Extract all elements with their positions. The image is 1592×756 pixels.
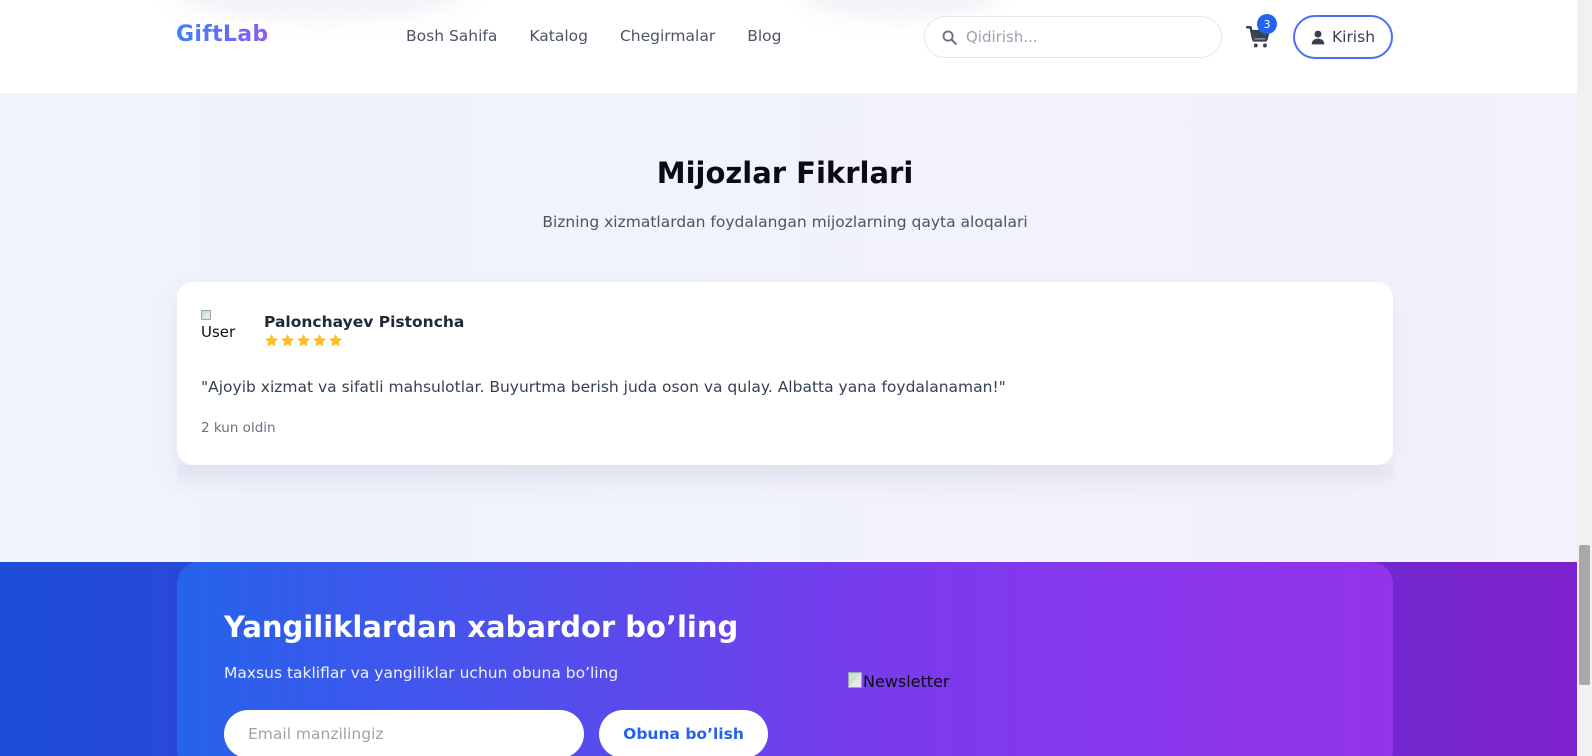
card-shadow bbox=[177, 465, 1393, 495]
avatar: User bbox=[201, 308, 243, 350]
nav-link-discounts[interactable]: Chegirmalar bbox=[620, 27, 715, 45]
star-icon bbox=[328, 333, 343, 347]
nav-link-catalog[interactable]: Katalog bbox=[529, 27, 588, 45]
search-box bbox=[924, 16, 1222, 58]
avatar-alt-text: User bbox=[201, 323, 236, 341]
newsletter-title: Yangiliklardan xabardor bo’ling bbox=[224, 610, 739, 644]
site-header: GiftLab Bosh Sahifa Katalog Chegirmalar … bbox=[0, 0, 1577, 93]
cart-count-badge: 3 bbox=[1257, 14, 1277, 34]
broken-image-icon bbox=[848, 672, 862, 688]
site-logo[interactable]: GiftLab bbox=[176, 22, 268, 47]
testimonials-section: Mijozlar Fikrlari Bizning xizmatlardan f… bbox=[0, 93, 1577, 562]
broken-image-icon bbox=[201, 310, 211, 320]
scrollbar-thumb[interactable] bbox=[1579, 545, 1590, 685]
newsletter-subtitle: Maxsus takliflar va yangiliklar uchun ob… bbox=[224, 664, 619, 682]
login-label: Kirish bbox=[1331, 28, 1376, 46]
newsletter-image-alt: Newsletter bbox=[863, 672, 950, 691]
star-icon bbox=[264, 333, 279, 347]
user-icon bbox=[1311, 30, 1325, 44]
email-input[interactable] bbox=[224, 710, 584, 756]
login-button[interactable]: Kirish bbox=[1293, 15, 1393, 59]
review-time: 2 kun oldin bbox=[201, 420, 276, 436]
nav-link-home[interactable]: Bosh Sahifa bbox=[406, 27, 497, 45]
testimonial-card: User Palonchayev Pistoncha "Ajoyib xizma… bbox=[177, 282, 1393, 465]
rating-stars bbox=[264, 333, 343, 348]
page-scrollbar[interactable] bbox=[1577, 0, 1592, 756]
subscribe-button[interactable]: Obuna bo’lish bbox=[599, 710, 768, 756]
section-subtitle: Bizning xizmatlardan foydalangan mijozla… bbox=[542, 213, 1028, 231]
search-icon bbox=[942, 30, 957, 45]
review-quote: "Ajoyib xizmat va sifatli mahsulotlar. B… bbox=[201, 378, 1006, 396]
search-input[interactable] bbox=[966, 28, 1206, 46]
newsletter-image: Newsletter bbox=[848, 672, 950, 691]
star-icon bbox=[312, 333, 327, 347]
header-shadow bbox=[170, 0, 470, 20]
star-icon bbox=[296, 333, 311, 347]
reviewer-name: Palonchayev Pistoncha bbox=[264, 313, 465, 331]
newsletter-card: Yangiliklardan xabardor bo’ling Maxsus t… bbox=[177, 562, 1393, 756]
main-nav: Bosh Sahifa Katalog Chegirmalar Blog bbox=[406, 27, 781, 45]
section-title: Mijozlar Fikrlari bbox=[656, 156, 914, 190]
star-icon bbox=[280, 333, 295, 347]
nav-link-blog[interactable]: Blog bbox=[747, 27, 781, 45]
